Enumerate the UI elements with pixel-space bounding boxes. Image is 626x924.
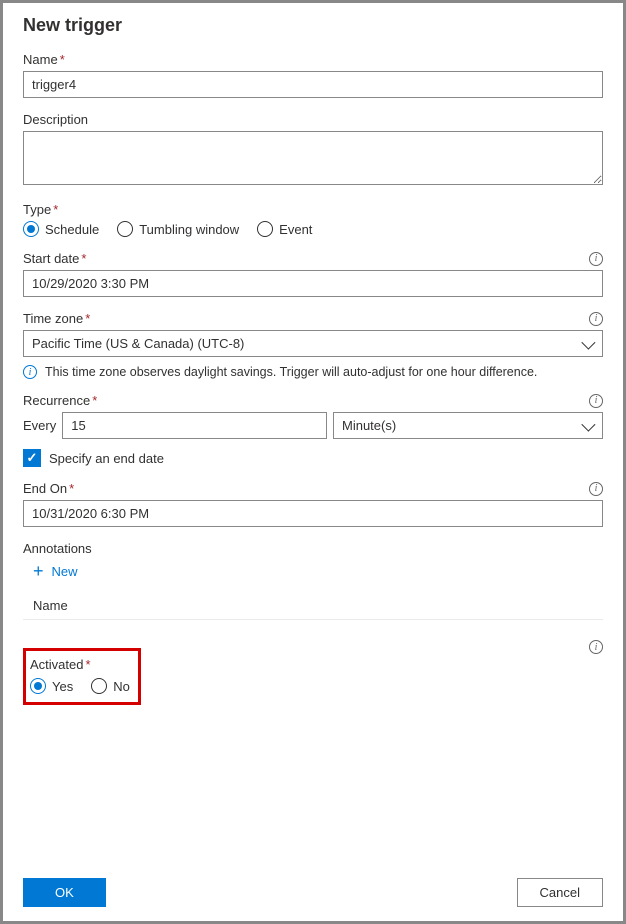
field-name: Name* <box>23 52 603 98</box>
annotations-label: Annotations <box>23 541 92 556</box>
radio-icon <box>23 221 39 237</box>
radio-icon <box>117 221 133 237</box>
description-label: Description <box>23 112 88 127</box>
start-date-input[interactable] <box>23 270 603 297</box>
field-time-zone: Time zone* i Pacific Time (US & Canada) … <box>23 311 603 379</box>
cancel-button[interactable]: Cancel <box>517 878 603 907</box>
name-label: Name* <box>23 52 65 67</box>
panel-title: New trigger <box>23 15 603 36</box>
info-icon: i <box>23 365 37 379</box>
specify-end-label: Specify an end date <box>49 451 164 466</box>
info-icon[interactable]: i <box>589 640 603 654</box>
plus-icon: + <box>33 562 44 580</box>
field-recurrence: Recurrence* i Every Minute(s) ✓ Specify … <box>23 393 603 467</box>
time-zone-note: i This time zone observes daylight savin… <box>23 365 603 379</box>
chevron-down-icon <box>581 335 595 349</box>
info-icon[interactable]: i <box>589 482 603 496</box>
recurrence-unit-select[interactable]: Minute(s) <box>333 412 603 439</box>
time-zone-select[interactable]: Pacific Time (US & Canada) (UTC-8) <box>23 330 603 357</box>
field-start-date: Start date* i <box>23 251 603 297</box>
description-textarea[interactable] <box>23 131 603 185</box>
info-icon[interactable]: i <box>589 312 603 326</box>
time-zone-value: Pacific Time (US & Canada) (UTC-8) <box>32 336 244 351</box>
recurrence-unit-value: Minute(s) <box>342 418 396 433</box>
type-radio-group: Schedule Tumbling window Event <box>23 221 603 237</box>
start-date-label: Start date* <box>23 251 86 266</box>
end-on-input[interactable] <box>23 500 603 527</box>
info-icon[interactable]: i <box>589 394 603 408</box>
field-type: Type* Schedule Tumbling window Event <box>23 202 603 237</box>
time-zone-label: Time zone* <box>23 311 90 326</box>
panel-footer: OK Cancel <box>3 868 623 921</box>
recurrence-value-input[interactable] <box>62 412 327 439</box>
end-on-label: End On* <box>23 481 74 496</box>
activated-highlight: Activated* Yes No <box>23 648 141 705</box>
activated-label: Activated* <box>30 657 91 672</box>
activated-radio-yes[interactable]: Yes <box>30 678 73 694</box>
chevron-down-icon <box>581 417 595 431</box>
field-annotations: Annotations + New Name <box>23 541 603 620</box>
annotations-table-header: Name <box>23 590 603 620</box>
annotations-new-button[interactable]: + New <box>23 558 88 584</box>
panel-content: New trigger Name* Description Type* Sche… <box>3 3 623 868</box>
type-radio-event[interactable]: Event <box>257 221 312 237</box>
trigger-panel: New trigger Name* Description Type* Sche… <box>0 0 626 924</box>
activated-radio-group: Yes No <box>30 678 130 694</box>
recurrence-label: Recurrence* <box>23 393 97 408</box>
field-description: Description <box>23 112 603 188</box>
radio-icon <box>30 678 46 694</box>
type-radio-tumbling[interactable]: Tumbling window <box>117 221 239 237</box>
radio-icon <box>257 221 273 237</box>
ok-button[interactable]: OK <box>23 878 106 907</box>
radio-icon <box>91 678 107 694</box>
specify-end-checkbox[interactable]: ✓ <box>23 449 41 467</box>
field-end-on: End On* i <box>23 481 603 527</box>
type-radio-schedule[interactable]: Schedule <box>23 221 99 237</box>
type-label: Type* <box>23 202 58 217</box>
info-icon[interactable]: i <box>589 252 603 266</box>
name-input[interactable] <box>23 71 603 98</box>
recurrence-prefix: Every <box>23 418 56 433</box>
activated-radio-no[interactable]: No <box>91 678 130 694</box>
